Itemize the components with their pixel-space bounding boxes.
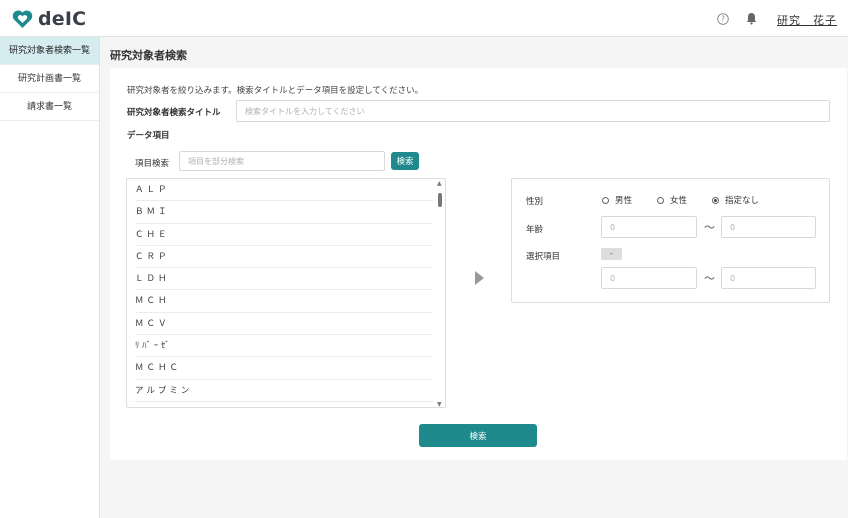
- radio-label: 男性: [615, 196, 633, 206]
- list-scrollbar[interactable]: ▲ ▼: [435, 179, 445, 407]
- data-item-8[interactable]: ＭＣＨＣ: [135, 357, 433, 380]
- logo-text: deIC: [38, 8, 87, 30]
- search-panel: 研究対象者を絞り込みます。検索タイトルとデータ項目を設定してください。 研究対象…: [110, 68, 847, 460]
- user-name-link[interactable]: 研究 花子: [777, 12, 837, 28]
- sidebar: 研究対象者検索一覧 研究計画書一覧 請求書一覧: [0, 37, 100, 518]
- heart-logo-icon: [12, 9, 33, 28]
- gender-radio-male[interactable]: 男性: [602, 194, 632, 206]
- search-title-input[interactable]: [236, 100, 830, 122]
- data-item-0[interactable]: ＡＬＰ: [135, 179, 433, 202]
- radio-circle-icon: [602, 196, 609, 204]
- search-title-label: 研究対象者検索タイトル: [127, 108, 221, 118]
- submit-search-button[interactable]: 検索: [419, 424, 537, 447]
- data-items-label: データ項目: [127, 131, 170, 141]
- item-search-input[interactable]: [179, 151, 385, 171]
- selected-item-label: 選択項目: [526, 252, 561, 262]
- data-item-6[interactable]: ＭＣＶ: [135, 313, 433, 336]
- data-item-1[interactable]: ＢＭＩ: [135, 201, 433, 224]
- item-search-button[interactable]: 検索: [391, 152, 419, 170]
- data-item-5[interactable]: ＭＣＨ: [135, 290, 433, 313]
- selected-item-select[interactable]: -: [601, 248, 622, 260]
- radio-label: 女性: [670, 196, 688, 206]
- radio-checked-icon: [712, 196, 719, 204]
- page-title: 研究対象者検索: [110, 49, 187, 62]
- description-text: 研究対象者を絞り込みます。検索タイトルとデータ項目を設定してください。: [127, 86, 424, 96]
- data-item-7[interactable]: ﾘﾊﾞｰｾﾞ: [135, 335, 433, 358]
- scroll-down-arrow-icon[interactable]: ▼: [437, 401, 442, 407]
- sidebar-item-invoice-list[interactable]: 請求書一覧: [0, 93, 99, 121]
- data-item-9[interactable]: アルブミン: [135, 380, 433, 402]
- value-to-input[interactable]: [721, 267, 816, 289]
- gender-radio-unspecified[interactable]: 指定なし: [712, 194, 759, 206]
- data-item-2[interactable]: ＣＨＥ: [135, 224, 433, 246]
- gender-radio-female[interactable]: 女性: [657, 194, 687, 206]
- scroll-thumb[interactable]: [438, 193, 442, 207]
- data-item-3[interactable]: ＣＲＰ: [135, 246, 433, 269]
- help-icon[interactable]: ?: [717, 13, 729, 25]
- age-from-input[interactable]: [601, 216, 697, 238]
- radio-label: 指定なし: [725, 196, 760, 206]
- data-item-4[interactable]: ＬＤＨ: [135, 268, 433, 291]
- data-item-list[interactable]: ＡＬＰ ＢＭＩ ＣＨＥ ＣＲＰ ＬＤＨ ＭＣＨ ＭＣＶ ﾘﾊﾞｰｾﾞ ＭＣＨＣ アルブミン ▲ ▼: [126, 178, 446, 408]
- age-to-input[interactable]: [721, 216, 816, 238]
- sidebar-item-subject-search-list[interactable]: 研究対象者検索一覧: [0, 37, 99, 65]
- age-label: 年齢: [526, 225, 544, 235]
- value-from-input[interactable]: [601, 267, 697, 289]
- item-search-label: 項目検索: [135, 159, 170, 169]
- svg-text:?: ?: [721, 15, 725, 24]
- bell-icon[interactable]: [746, 12, 757, 25]
- range-tilde: ～: [704, 221, 715, 234]
- sidebar-item-research-plan-list[interactable]: 研究計画書一覧: [0, 65, 99, 93]
- add-item-arrow-icon[interactable]: [475, 271, 484, 285]
- radio-circle-icon: [657, 196, 664, 204]
- app-logo[interactable]: deIC: [12, 9, 86, 29]
- criteria-panel: 性別 男性 女性 指定なし 年齢 ～ 選択項目 - ～: [511, 178, 830, 303]
- range-tilde: ～: [704, 272, 715, 285]
- app-header: deIC ? 研究 花子: [0, 0, 848, 37]
- gender-label: 性別: [526, 197, 544, 207]
- scroll-up-arrow-icon[interactable]: ▲: [437, 180, 442, 187]
